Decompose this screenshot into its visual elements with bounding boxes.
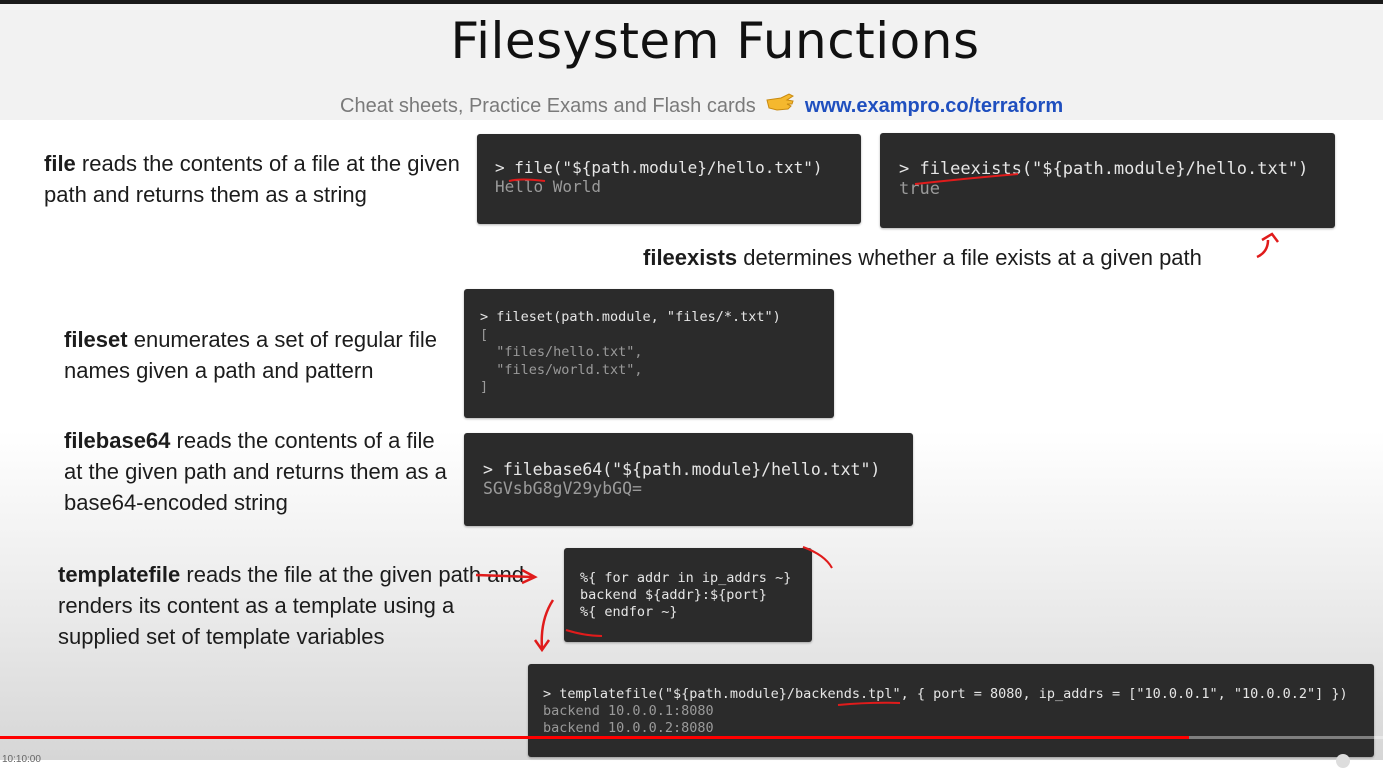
fileset-output-line: [ [480,326,489,343]
file-code-block: > file("${path.module}/hello.txt") Hello… [477,134,861,224]
templatefile-call-line: > templatefile("${path.module}/backends.… [543,686,1348,702]
template-line: %{ for addr in ip_addrs ~} [580,570,792,586]
file-code-text: > file("${path.module}/hello.txt") [495,158,823,177]
fileset-code-block: > fileset(path.module, "files/*.txt") [ … [464,289,834,418]
filebase64-code-line: > filebase64("${path.module}/hello.txt") [483,460,881,479]
templatefile-description: templatefile reads the file at the given… [58,559,528,652]
video-progress-fill [0,736,1190,739]
exampro-link[interactable]: www.exampro.co/terraform [805,95,1063,117]
template-code-block: %{ for addr in ip_addrs ~} backend ${add… [564,548,812,642]
fileexists-code-line: > fileexists("${path.module}/hello.txt") [899,159,1309,179]
fileexists-desc-text: determines whether a file exists at a gi… [743,245,1202,270]
fileset-output-line: "files/world.txt", [480,361,643,378]
templatefile-output-line: backend 10.0.0.2:8080 [543,720,714,736]
file-desc-text: reads the contents of a file at the give… [44,151,460,207]
fileset-function-name: fileset [64,327,128,352]
fileexists-function-name: fileexists [643,245,738,270]
filebase64-description: filebase64 reads the contents of a file … [64,425,454,518]
fileset-output-line: "files/hello.txt", [480,344,643,361]
subtitle: Cheat sheets, Practice Exams and Flash c… [340,92,1063,118]
subtitle-text: Cheat sheets, Practice Exams and Flash c… [340,95,756,117]
fileset-code-line: > fileset(path.module, "files/*.txt") [480,309,781,325]
filebase64-function-name: filebase64 [64,428,171,453]
file-output: Hello World [495,177,601,196]
down-arrow [533,599,555,653]
video-progress-bar[interactable] [0,736,1383,739]
template-line: backend ${addr}:${port} [580,587,767,603]
templatefile-function-name: templatefile [58,562,181,587]
fileexists-output: true [899,179,940,199]
file-function-name: file [44,151,76,176]
file-description: file reads the contents of a file at the… [44,148,474,210]
file-code-line: > file("${path.module}/hello.txt") [495,158,861,177]
fileset-output-line: ] [480,379,489,396]
template-line: %{ endfor ~} [580,604,678,620]
pointing-hand-icon [765,92,795,118]
scrub-handle[interactable] [1336,754,1350,768]
slide-header: Filesystem Functions Cheat sheets, Pract… [0,4,1383,120]
fileset-description: fileset enumerates a set of regular file… [64,324,454,386]
filebase64-code-block: > filebase64("${path.module}/hello.txt")… [464,433,913,526]
fileexists-description: fileexists determines whether a file exi… [643,242,1263,273]
templatefile-output-line: backend 10.0.0.1:8080 [543,703,714,719]
filebase64-output: SGVsbG8gV29ybGQ= [483,479,642,498]
fileexists-code-block: > fileexists("${path.module}/hello.txt")… [880,133,1335,228]
page-title: Filesystem Functions [450,12,980,70]
templatefile-code-block: > templatefile("${path.module}/backends.… [528,664,1374,757]
